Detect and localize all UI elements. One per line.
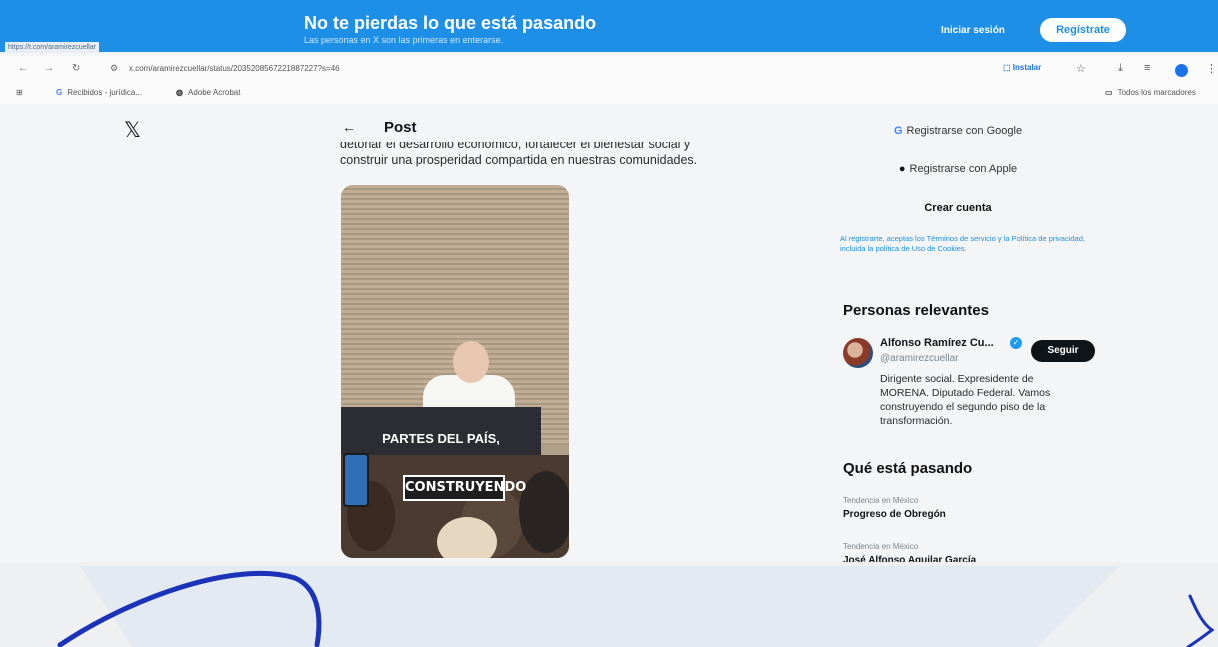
forward-icon[interactable]: → [44,63,54,74]
trend-category: Tendencia en México [843,542,919,551]
address-bar[interactable]: x.com/aramirezcuellar/status/20352085672… [129,64,340,73]
download-icon[interactable]: ⤓ [1118,62,1123,75]
post-text-line-cut: detonar el desarrollo económico, fortale… [340,142,760,152]
bookmark-star-icon[interactable]: ☆ [1076,62,1086,75]
follow-button[interactable]: Seguir [1031,340,1095,362]
globe-icon: ◍ [176,88,183,97]
trend-name[interactable]: Progreso de Obregón [843,509,946,520]
site-settings-icon[interactable]: ⚙ [110,63,118,74]
bookmark-label: Recibidos - jurídica... [67,88,142,97]
bottom-shape [80,566,1120,647]
folder-icon: ▭ [1105,88,1113,97]
apple-signup-label: Registrarse con Apple [909,163,1018,175]
back-icon[interactable]: ← [18,63,28,74]
menu-icon[interactable]: ⋮ [1206,62,1217,75]
login-link[interactable]: Iniciar sesión [941,25,1005,36]
post-media-image[interactable]: PARTES DEL PAÍS, CONSTRUYENDO [341,185,569,558]
crowd-person [519,471,569,553]
x-logo-icon[interactable]: 𝕏 [124,118,141,142]
apple-signup-button[interactable]: ● Registrarse con Apple [842,156,1074,182]
bookmark-adobe[interactable]: ◍ Adobe Acrobat [176,88,240,97]
person-handle[interactable]: @aramirezcuellar [880,353,959,364]
media-sign: CONSTRUYENDO [403,475,526,501]
bookmark-recibidos[interactable]: G Recibidos - jurídica... [56,88,142,97]
google-icon: G [893,125,903,137]
post-text-line-1: detonar el desarrollo económico, fortale… [340,142,691,151]
trends-title: Qué está pasando [843,460,973,477]
person-name[interactable]: Alfonso Ramírez Cu... [880,337,994,349]
banner-subtitle: Las personas en X son las primeras en en… [304,35,504,45]
all-bookmarks-label: Todos los marcadores [1117,88,1196,97]
browser-toolbar: ← → ↻ ⚙ x.com/aramirezcuellar/status/203… [0,56,1218,84]
google-icon: G [56,88,63,97]
all-bookmarks[interactable]: ▭ Todos los marcadores [1105,88,1196,97]
back-arrow-icon[interactable]: ← [342,119,356,135]
create-account-button[interactable]: Crear cuenta [842,195,1074,221]
speaker-head [453,341,489,383]
apps-grid-icon[interactable]: ⊞ [16,88,23,97]
verified-badge-icon: ✓ [1010,337,1022,349]
install-button[interactable]: ⬚ Instalar [1003,63,1041,72]
trend-category: Tendencia en México [843,496,919,505]
post-header: Post [384,119,417,136]
bookmark-label: Adobe Acrobat [187,88,241,97]
media-icon[interactable]: ≡ [1144,62,1150,74]
google-signup-button[interactable]: G Registrarse con Google [842,118,1074,144]
post-text: detonar el desarrollo económico, fortale… [340,142,760,168]
bookmarks-bar: ⊞ G Recibidos - jurídica... ◍ Adobe Acroba… [0,84,1218,104]
install-label: Instalar [1012,63,1042,72]
legal-text: Al registrarte, aceptas los Términos de … [840,234,1085,253]
login-banner: No te pierdas lo que está pasando Las pe… [0,0,1218,52]
google-signup-label: Registrarse con Google [906,125,1023,137]
phone-in-crowd [343,453,369,507]
avatar[interactable] [843,338,873,368]
apple-icon: ● [898,163,906,175]
relevant-people-title: Personas relevantes [843,302,989,319]
media-caption: PARTES DEL PAÍS, [382,431,500,446]
register-button[interactable]: Regístrate [1040,18,1126,42]
status-url-tooltip: https://t.com/aramirezcuellar [5,42,99,53]
banner-title: No te pierdas lo que está pasando [304,13,597,33]
profile-avatar[interactable] [1175,64,1188,77]
post-text-line-2: construir una prosperidad compartida en … [340,153,698,167]
person-bio: Dirigente social. Expresidente de MORENA… [880,373,1051,427]
install-icon: ⬚ [1003,63,1013,72]
reload-icon[interactable]: ↻ [72,63,80,74]
